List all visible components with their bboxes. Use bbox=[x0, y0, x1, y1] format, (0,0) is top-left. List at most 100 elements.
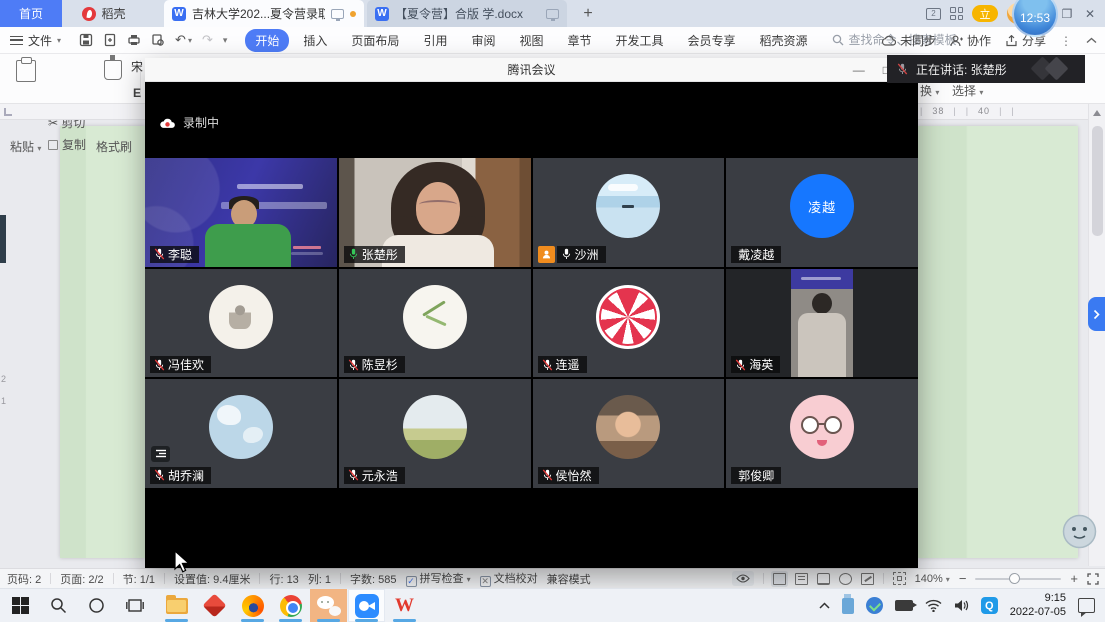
collapse-ribbon-icon[interactable] bbox=[1086, 37, 1097, 44]
paste-button[interactable]: 粘贴 ▾ bbox=[10, 138, 41, 155]
tab-home[interactable]: 首页 bbox=[0, 0, 62, 27]
redo-button[interactable]: ↷ bbox=[202, 32, 213, 48]
export-pdf-icon[interactable] bbox=[103, 33, 117, 47]
view-read-mode-button[interactable] bbox=[817, 573, 830, 585]
zoom-slider[interactable] bbox=[975, 578, 1061, 580]
ribbon-tab-section[interactable]: 章节 bbox=[557, 29, 601, 52]
participant-tile[interactable]: 侯怡然 bbox=[533, 379, 725, 488]
action-center-icon[interactable] bbox=[1078, 598, 1095, 613]
document-page[interactable] bbox=[60, 126, 145, 558]
status-pages[interactable]: 页面: 2/2 bbox=[60, 571, 103, 587]
firefox-button[interactable] bbox=[234, 589, 271, 622]
participant-nameplate: 海英 bbox=[731, 356, 780, 373]
wechat-button[interactable] bbox=[310, 589, 347, 622]
zoom-out-button[interactable]: − bbox=[959, 571, 967, 586]
task-view-button[interactable] bbox=[116, 589, 153, 622]
vip-badge[interactable]: 立 bbox=[972, 5, 998, 22]
taskbar-search-button[interactable] bbox=[40, 589, 77, 622]
input-method-icon[interactable]: Q bbox=[981, 597, 998, 614]
wps-button[interactable]: W bbox=[386, 589, 423, 622]
meeting-title-bar[interactable]: 腾讯会议 — □ bbox=[145, 58, 918, 82]
ribbon-tab-page-layout[interactable]: 页面布局 bbox=[341, 29, 409, 52]
chrome-button[interactable] bbox=[272, 589, 309, 622]
new-tab-button[interactable]: + bbox=[573, 0, 603, 27]
customize-qat-icon[interactable]: ▾ bbox=[223, 35, 228, 46]
participant-tile[interactable]: 凌越 戴凌越 bbox=[726, 158, 918, 267]
window-arrange-icon[interactable]: 2 bbox=[926, 8, 941, 20]
participant-tile[interactable]: 李聪 bbox=[145, 158, 337, 267]
scroll-up-arrow[interactable] bbox=[1093, 110, 1101, 116]
format-painter-button[interactable]: 格式刷 bbox=[96, 138, 132, 155]
ribbon-tab-insert[interactable]: 插入 bbox=[293, 29, 337, 52]
participant-tile[interactable]: 张楚彤 bbox=[339, 158, 531, 267]
volume-icon[interactable] bbox=[954, 599, 969, 612]
eye-protection-button[interactable] bbox=[732, 571, 754, 586]
participant-tile[interactable]: 胡乔澜 bbox=[145, 379, 337, 488]
tencent-meeting-button[interactable] bbox=[348, 589, 385, 622]
view-page-mode-button[interactable] bbox=[773, 573, 786, 585]
convert-menu[interactable]: 换 ▾ bbox=[920, 82, 939, 99]
ribbon-tab-developer[interactable]: 开发工具 bbox=[606, 29, 674, 52]
document-tab-inactive[interactable]: W 【夏令营】合版 学.docx bbox=[367, 0, 567, 27]
print-preview-icon[interactable] bbox=[151, 33, 165, 47]
more-options-icon[interactable]: ⋮ bbox=[1060, 34, 1072, 48]
layout-list-icon[interactable] bbox=[151, 446, 170, 462]
paste-icon[interactable] bbox=[16, 60, 36, 82]
close-button[interactable]: ✕ bbox=[1083, 7, 1097, 21]
status-word-count[interactable]: 字数: 585 bbox=[350, 571, 396, 587]
file-menu[interactable]: 文件 ▾ bbox=[0, 32, 71, 49]
format-painter-icon[interactable] bbox=[104, 60, 122, 80]
tray-expand-button[interactable] bbox=[819, 602, 830, 609]
zoom-slider-knob[interactable] bbox=[1009, 573, 1020, 584]
zoom-level[interactable]: 140% ▾ bbox=[915, 573, 950, 585]
proofread-button[interactable]: ✕文档校对 bbox=[480, 570, 538, 587]
view-web-layout-button[interactable] bbox=[839, 573, 852, 585]
print-icon[interactable] bbox=[127, 33, 141, 47]
tab-docer[interactable]: 稻壳 bbox=[62, 0, 146, 27]
meeting-minimize-button[interactable]: — bbox=[853, 63, 865, 77]
cortana-button[interactable] bbox=[78, 589, 115, 622]
copy-button[interactable]: 复制 bbox=[48, 136, 86, 153]
assistant-floating-button[interactable] bbox=[1062, 514, 1097, 554]
participant-tile[interactable]: 元永浩 bbox=[339, 379, 531, 488]
ribbon-tab-home[interactable]: 开始 bbox=[245, 29, 289, 52]
collaborate-button[interactable]: 协作 bbox=[950, 32, 991, 49]
side-panel-handle[interactable] bbox=[0, 215, 6, 263]
vertical-scrollbar[interactable] bbox=[1088, 104, 1105, 566]
ribbon-tab-review[interactable]: 审阅 bbox=[461, 29, 505, 52]
participant-tile[interactable]: 沙洲 bbox=[533, 158, 725, 267]
usb-device-icon[interactable] bbox=[842, 598, 854, 614]
restore-button[interactable]: ❐ bbox=[1060, 7, 1074, 21]
taskbar-clock[interactable]: 9:15 2022-07-05 bbox=[1010, 592, 1066, 620]
participant-tile[interactable]: 郭俊卿 bbox=[726, 379, 918, 488]
workspace-grid-icon[interactable] bbox=[950, 7, 963, 20]
participant-tile[interactable]: 冯佳欢 bbox=[145, 269, 337, 378]
fullscreen-icon[interactable] bbox=[1087, 573, 1099, 585]
security-shield-icon[interactable] bbox=[866, 597, 883, 614]
file-explorer-button[interactable] bbox=[158, 589, 195, 622]
zoom-in-button[interactable]: + bbox=[1070, 571, 1078, 586]
participant-tile[interactable]: 连遥 bbox=[533, 269, 725, 378]
ribbon-tab-view[interactable]: 视图 bbox=[509, 29, 553, 52]
ribbon-tab-docer-resources[interactable]: 稻壳资源 bbox=[750, 29, 818, 52]
fit-page-button[interactable] bbox=[893, 572, 906, 585]
start-button[interactable] bbox=[2, 589, 39, 622]
view-outline-button[interactable] bbox=[795, 573, 808, 585]
document-tab-active[interactable]: W 吉林大学202...夏令营录取名单 bbox=[164, 0, 364, 27]
ribbon-tab-membership[interactable]: 会员专享 bbox=[678, 29, 746, 52]
view-ink-button[interactable] bbox=[861, 573, 874, 585]
sync-status[interactable]: 未同步 bbox=[881, 32, 936, 49]
save-icon[interactable] bbox=[79, 33, 93, 47]
screen-recorder-icon[interactable] bbox=[895, 600, 913, 611]
red-book-app-button[interactable] bbox=[196, 589, 233, 622]
ribbon-tab-references[interactable]: 引用 bbox=[413, 29, 457, 52]
undo-button[interactable]: ↶▾ bbox=[175, 32, 192, 48]
scrollbar-thumb[interactable] bbox=[1092, 126, 1103, 236]
participant-tile[interactable]: 海英 bbox=[726, 269, 918, 378]
select-menu[interactable]: 选择 ▾ bbox=[952, 82, 983, 99]
participant-tile[interactable]: 陈昱杉 bbox=[339, 269, 531, 378]
side-panel-expander[interactable] bbox=[1088, 297, 1105, 331]
spellcheck-toggle[interactable]: ✓拼写检查 ▾ bbox=[406, 570, 471, 587]
document-page[interactable] bbox=[918, 126, 1078, 558]
wifi-icon[interactable] bbox=[925, 599, 942, 612]
